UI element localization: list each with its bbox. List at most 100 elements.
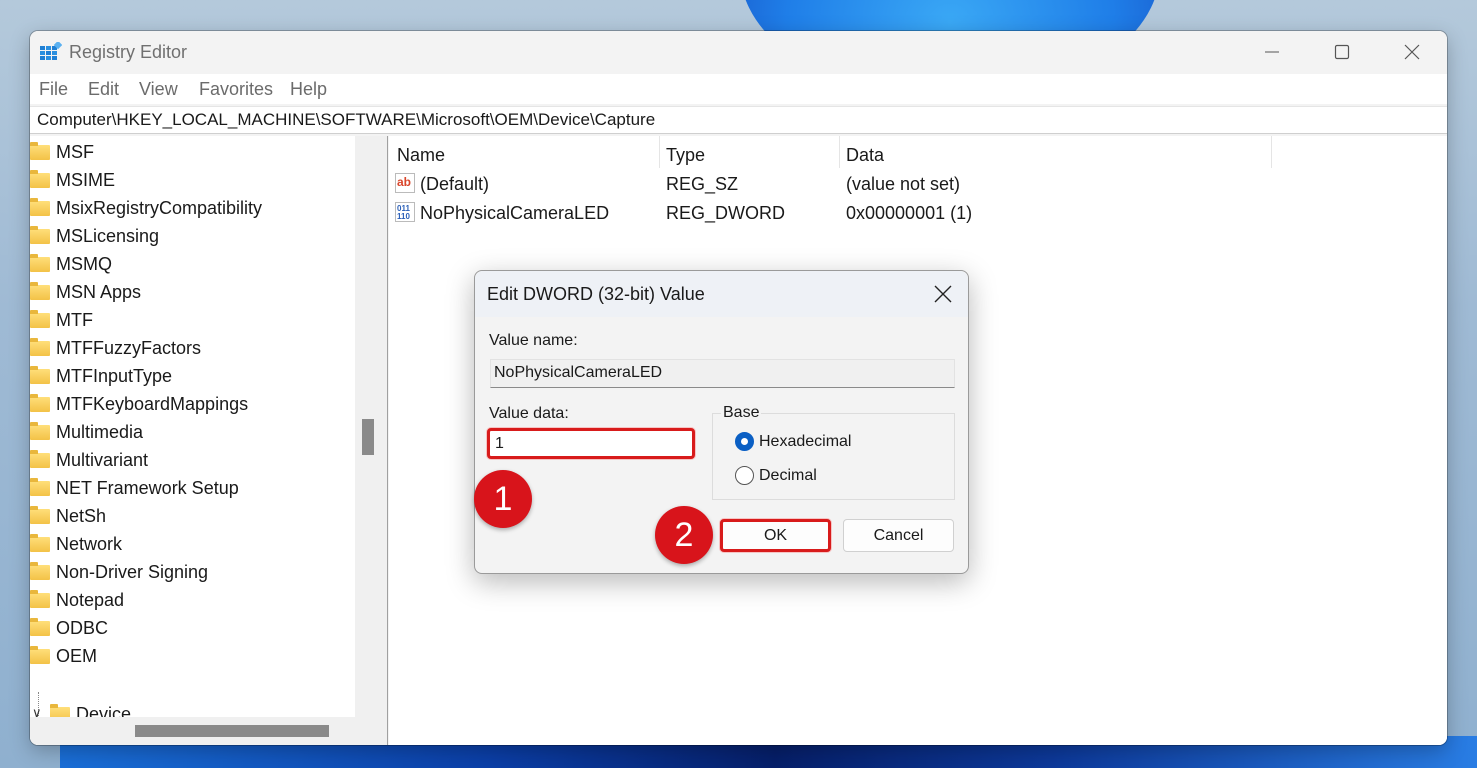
tree-item[interactable]: NetSh: [30, 503, 106, 529]
base-group: [712, 413, 955, 500]
column-header-data[interactable]: Data: [846, 145, 884, 166]
tree-item[interactable]: Multivariant: [30, 447, 148, 473]
folder-icon: [30, 561, 50, 580]
menu-favorites[interactable]: Favorites: [199, 79, 273, 100]
svg-text:ab: ab: [397, 175, 411, 189]
value-row[interactable]: ab (Default) REG_SZ (value not set): [389, 170, 1289, 198]
menu-bar: File Edit View Favorites Help: [30, 74, 1447, 104]
binary-value-icon: 011 110: [395, 202, 415, 222]
minimize-icon: [1265, 51, 1279, 53]
key-tree-pane: MSF MSIME MsixRegistryCompatibility MSLicen…: [30, 136, 382, 745]
menu-view[interactable]: View: [139, 79, 178, 100]
folder-icon: [30, 449, 50, 468]
value-data-input[interactable]: 1: [487, 428, 695, 459]
tree-item-label: MTFKeyboardMappings: [56, 393, 249, 414]
tree-item[interactable]: MSIME: [30, 167, 115, 193]
window-title: Registry Editor: [69, 42, 188, 62]
column-header-name[interactable]: Name: [397, 145, 445, 166]
folder-icon: [30, 309, 50, 328]
dialog-title: Edit DWORD (32-bit) Value: [487, 284, 705, 304]
column-header-type[interactable]: Type: [666, 145, 705, 166]
folder-icon: [30, 337, 50, 356]
tree-item-label: NetSh: [56, 505, 107, 526]
value-data: (value not set): [846, 174, 961, 194]
tree-item-label: MTFFuzzyFactors: [56, 337, 202, 358]
value-data: 0x00000001 (1): [846, 203, 973, 223]
tree-item[interactable]: MTF: [30, 307, 93, 333]
folder-icon: [30, 421, 50, 440]
tree-item[interactable]: ODBC: [30, 615, 108, 641]
folder-icon: [30, 197, 50, 216]
value-name: (Default): [420, 174, 490, 194]
base-label: Base: [721, 404, 762, 422]
column-separator[interactable]: [659, 136, 660, 168]
title-bar: Registry Editor: [30, 31, 1447, 73]
tree-item[interactable]: OEM: [30, 643, 97, 669]
folder-icon: [30, 253, 50, 272]
tree-item[interactable]: Multimedia: [30, 419, 143, 445]
address-path[interactable]: Computer\HKEY_LOCAL_MACHINE\SOFTWARE\Mic…: [37, 110, 655, 130]
pane-splitter[interactable]: [382, 136, 388, 745]
address-bar[interactable]: Computer\HKEY_LOCAL_MACHINE\SOFTWARE\Mic…: [30, 106, 1447, 134]
decimal-radio[interactable]: [735, 466, 754, 485]
tree-item-label: MTFInputType: [56, 365, 173, 386]
tree-item[interactable]: MSMQ: [30, 251, 112, 277]
decimal-label[interactable]: Decimal: [759, 467, 817, 485]
tree-item[interactable]: MSF: [30, 139, 94, 165]
tree-item-label: MsixRegistryCompatibility: [56, 197, 263, 218]
tree-item[interactable]: MsixRegistryCompatibility: [30, 195, 262, 221]
tree-item[interactable]: MSLicensing: [30, 223, 159, 249]
folder-icon: [30, 365, 50, 384]
tree-item-label: Multivariant: [56, 449, 149, 470]
minimize-button[interactable]: [1237, 31, 1307, 73]
tree-item[interactable]: Notepad: [30, 587, 124, 613]
folder-icon: [30, 225, 50, 244]
registry-editor-app-icon: [40, 42, 62, 60]
tree-item[interactable]: MTFInputType: [30, 363, 172, 389]
tree-item-label: MSMQ: [56, 253, 112, 274]
step-1-badge: 1: [474, 470, 532, 528]
value-name: NoPhysicalCameraLED: [420, 203, 610, 223]
menu-file[interactable]: File: [39, 79, 68, 100]
svg-text:110: 110: [397, 212, 410, 221]
tree-item-label: MTF: [56, 309, 93, 330]
column-separator[interactable]: [1271, 136, 1272, 168]
tree-item-label: Non-Driver Signing: [56, 561, 209, 582]
folder-icon: [30, 393, 50, 412]
close-button[interactable]: [1377, 31, 1447, 73]
folder-icon: [30, 169, 50, 188]
column-separator[interactable]: [839, 136, 840, 168]
folder-icon: [30, 477, 50, 496]
maximize-button[interactable]: [1307, 31, 1377, 73]
tree-vertical-scroll-thumb[interactable]: [362, 419, 374, 455]
tree-item[interactable]: MSN Apps: [30, 279, 141, 305]
hexadecimal-label[interactable]: Hexadecimal: [759, 433, 851, 451]
cancel-button[interactable]: Cancel: [843, 519, 954, 552]
menu-help[interactable]: Help: [290, 79, 327, 100]
tree-item[interactable]: MTFFuzzyFactors: [30, 335, 201, 361]
tree-horizontal-scroll-thumb[interactable]: [135, 725, 329, 737]
tree-item-label: Network: [56, 533, 123, 554]
value-row[interactable]: 011 110 NoPhysicalCameraLED REG_DWORD 0x…: [389, 199, 1289, 227]
value-name-label: Value name:: [489, 332, 578, 349]
folder-icon: [30, 645, 50, 664]
tree-item[interactable]: MTFKeyboardMappings: [30, 391, 248, 417]
dialog-title-bar: Edit DWORD (32-bit) Value: [475, 271, 968, 317]
tree-item-label: MSLicensing: [56, 225, 160, 246]
close-icon: [1404, 44, 1420, 60]
tree-item[interactable]: Non-Driver Signing: [30, 559, 208, 585]
folder-icon: [30, 533, 50, 552]
value-data-label: Value data:: [489, 405, 569, 422]
menu-edit[interactable]: Edit: [88, 79, 119, 100]
dialog-close-button[interactable]: [930, 281, 956, 307]
hexadecimal-radio[interactable]: [735, 432, 754, 451]
tree-item-label: Notepad: [56, 589, 125, 610]
close-icon: [934, 285, 952, 303]
edit-dword-dialog: Edit DWORD (32-bit) Value Value name: No…: [474, 270, 969, 574]
ok-button[interactable]: OK: [720, 519, 831, 552]
tree-item-label: MSN Apps: [56, 281, 142, 302]
tree-item-label: OEM: [56, 645, 98, 666]
folder-icon: [30, 141, 50, 160]
tree-item[interactable]: Network: [30, 531, 122, 557]
tree-item[interactable]: NET Framework Setup: [30, 475, 239, 501]
